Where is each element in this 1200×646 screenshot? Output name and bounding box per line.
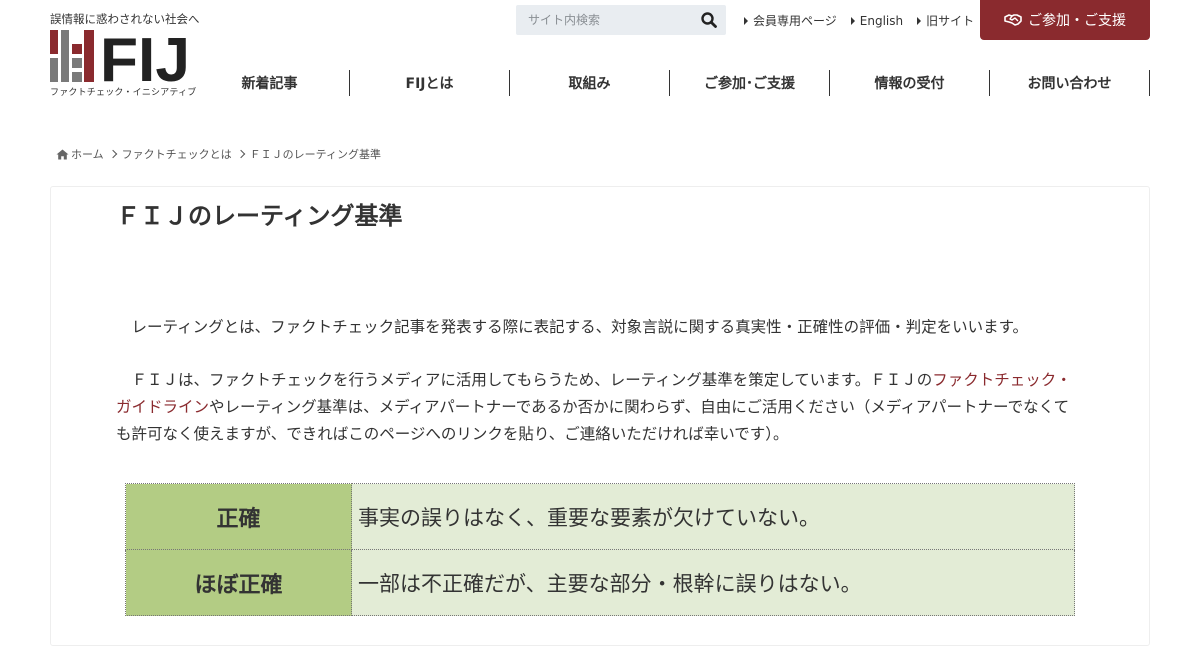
logo-text: FIJ [100,30,190,88]
english-link[interactable]: English [850,12,904,29]
rating-label: 正確 [125,483,352,550]
main-nav: 新着記事 FIJとは 取組み ご参加･ご支援 情報の受付 お問い合わせ [190,70,1150,96]
caret-right-icon [917,16,922,25]
table-row: 正確 事実の誤りはなく、重要な要素が欠けていない。 [125,483,1075,550]
nav-item-about-fij[interactable]: FIJとは [350,70,510,96]
nav-item-info-submission[interactable]: 情報の受付 [830,70,990,96]
member-page-link[interactable]: 会員専用ページ [744,12,837,29]
breadcrumb-home[interactable]: ホーム [56,146,104,162]
caret-right-icon [744,16,748,25]
member-page-label: 会員専用ページ [753,14,837,28]
caret-right-icon [850,16,855,25]
usage-paragraph: ＦＩＪは、ファクトチェックを行うメディアに活用してもらうため、レーティング基準を… [116,367,1078,448]
top-links: 会員専用ページ English 旧サイト [744,12,974,29]
nav-item-contact[interactable]: お問い合わせ [990,70,1150,96]
nav-item-join-support[interactable]: ご参加･ご支援 [670,70,830,96]
old-site-link[interactable]: 旧サイト [917,12,974,29]
rating-table: 正確 事実の誤りはなく、重要な要素が欠けていない。 ほぼ正確 一部は不正確だが、… [125,483,1075,616]
breadcrumb: ホーム ファクトチェックとは ＦＩＪのレーティング基準 [56,146,381,162]
usage-text-before: ＦＩＪは、ファクトチェックを行うメディアに活用してもらうため、レーティング基準を… [131,371,933,389]
home-icon [56,149,69,159]
intro-paragraph: レーティングとは、ファクトチェック記事を発表する際に表記する、対象言説に関する真… [116,314,1078,341]
search-input[interactable] [516,5,691,35]
table-row: ほぼ正確 一部は不正確だが、主要な部分・根幹に誤りはない。 [125,549,1075,616]
english-label: English [859,13,904,28]
logo-subtitle: ファクトチェック・イニシアティブ [50,88,197,98]
old-site-label: 旧サイト [926,14,975,28]
nav-item-new-articles[interactable]: 新着記事 [190,70,350,96]
rating-label: ほぼ正確 [125,549,352,616]
rating-description: 事実の誤りはなく、重要な要素が欠けていない。 [351,483,1075,550]
search-icon[interactable] [700,11,718,29]
usage-text-after: やレーティング基準は、メディアパートナーであるか否かに関わらず、自由にご活用くだ… [116,398,1070,443]
page-title: ＦＩＪのレーティング基準 [116,202,403,230]
chevron-right-icon [236,149,245,159]
intro-text: レーティングとは、ファクトチェック記事を発表する際に表記する、対象言説に関する真… [131,318,1029,336]
site-search [516,5,726,35]
join-support-label: ご参加・ご支援 [1028,13,1126,29]
handshake-icon [1004,14,1022,26]
chevron-right-icon [108,149,117,159]
site-header: 誤情報に惑わされない社会へ FIJ ファクトチェック・イニシアティブ 会員専用ペ… [0,0,1200,110]
breadcrumb-parent[interactable]: ファクトチェックとは [122,146,232,162]
breadcrumb-home-label: ホーム [71,148,104,161]
join-support-button[interactable]: ご参加・ご支援 [980,0,1150,40]
site-tagline: 誤情報に惑わされない社会へ [50,12,200,26]
nav-item-activities[interactable]: 取組み [510,70,670,96]
fij-logo-mark: FIJ [50,26,190,95]
breadcrumb-current: ＦＩＪのレーティング基準 [249,148,382,161]
rating-description: 一部は不正確だが、主要な部分・根幹に誤りはない。 [351,549,1075,616]
